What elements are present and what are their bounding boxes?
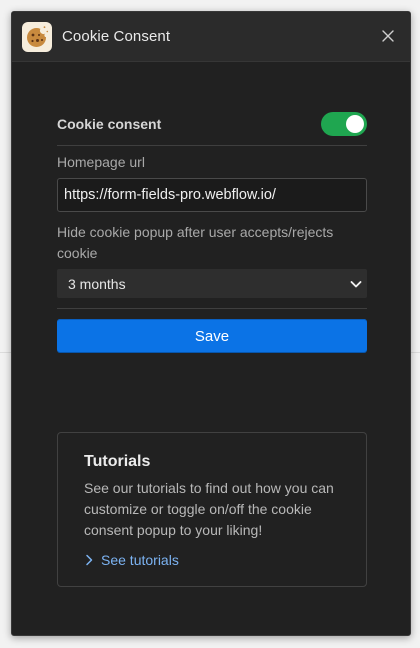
tutorials-description: See our tutorials to find out how you ca… xyxy=(84,480,334,538)
cookie-consent-label: Cookie consent xyxy=(57,116,162,132)
see-tutorials-link[interactable]: See tutorials xyxy=(85,551,179,569)
hide-duration-value: 3 months xyxy=(68,276,126,292)
cookie-consent-toggle[interactable] xyxy=(321,112,367,136)
cookie-consent-row: Cookie consent xyxy=(57,112,367,136)
close-icon[interactable] xyxy=(380,28,396,44)
window-title: Cookie Consent xyxy=(62,28,171,45)
tutorials-card: Tutorials See our tutorials to find out … xyxy=(57,432,367,587)
save-button[interactable]: Save xyxy=(57,319,367,353)
hide-popup-label: Hide cookie popup after user accepts/rej… xyxy=(57,224,334,261)
homepage-url-input[interactable] xyxy=(57,178,367,212)
hide-duration-select[interactable]: 3 months xyxy=(57,269,367,298)
cookie-consent-panel: Cookie Consent Cookie consent Homepage u… xyxy=(11,11,411,636)
title-bar: Cookie Consent xyxy=(12,12,410,62)
see-tutorials-label: See tutorials xyxy=(101,552,179,568)
toggle-knob xyxy=(346,115,364,133)
chevron-down-icon xyxy=(350,281,362,288)
divider xyxy=(57,145,367,146)
divider xyxy=(57,308,367,309)
tutorials-title: Tutorials xyxy=(84,453,151,470)
cookie-icon xyxy=(22,22,52,52)
homepage-url-label: Homepage url xyxy=(57,154,145,170)
chevron-right-icon xyxy=(86,554,93,566)
